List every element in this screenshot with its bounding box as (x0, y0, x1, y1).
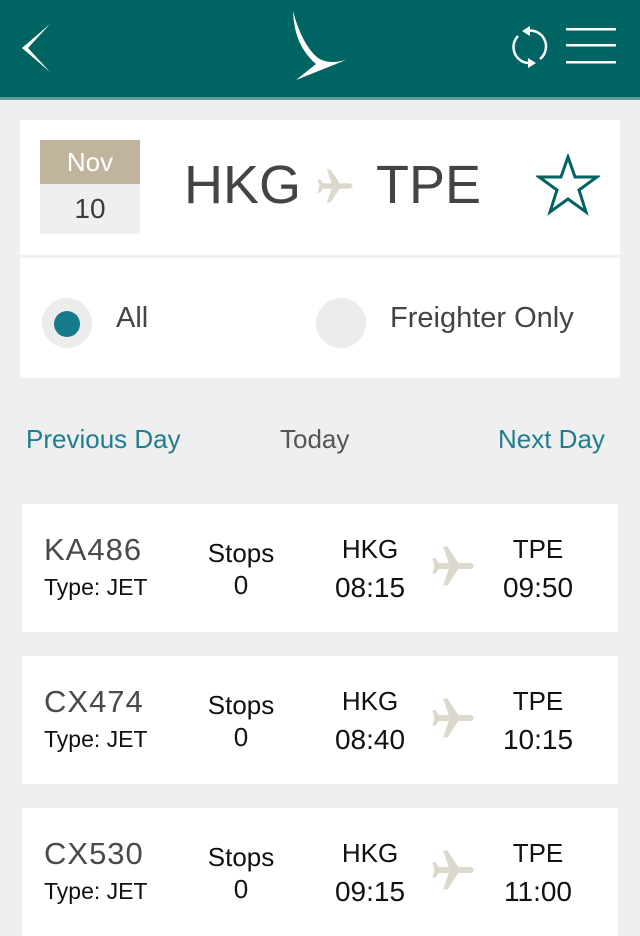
back-button[interactable] (18, 22, 58, 76)
aircraft-type: Type: JET (44, 726, 148, 752)
radio-selected-dot (54, 311, 80, 337)
hamburger-menu-icon (566, 28, 616, 64)
date-month: Nov (40, 140, 140, 184)
flight-row[interactable]: CX530 Type: JET Stops 0 HKG 09:15 TPE 11… (22, 808, 618, 936)
departure-time: 08:15 (334, 572, 406, 603)
stops-label: Stops (207, 842, 275, 872)
route-plane-icon (312, 164, 360, 208)
departure-time: 08:40 (334, 724, 406, 755)
refresh-button[interactable] (506, 24, 552, 70)
arrival-airport: TPE (512, 534, 564, 564)
route-card: Nov 10 HKG TPE (20, 120, 620, 255)
departure-airport: HKG (341, 686, 399, 716)
route-destination: TPE (376, 155, 482, 215)
aircraft-type: Type: JET (44, 574, 148, 600)
stops-label: Stops (207, 538, 275, 568)
plane-icon (428, 844, 480, 896)
star-outline-icon (534, 152, 602, 216)
radio-all-label[interactable]: All (116, 302, 148, 335)
route-origin: HKG (184, 155, 302, 215)
aircraft-type: Type: JET (44, 878, 148, 904)
plane-icon (428, 540, 480, 592)
arrival-time: 09:50 (502, 572, 574, 603)
favorite-button[interactable] (534, 152, 602, 216)
next-day-link[interactable]: Next Day (498, 424, 605, 455)
radio-all[interactable] (42, 298, 92, 348)
refresh-icon (512, 26, 548, 68)
flight-row[interactable]: CX474 Type: JET Stops 0 HKG 08:40 TPE 10… (22, 656, 618, 784)
stops-label: Stops (207, 690, 275, 720)
flight-number: CX530 (44, 836, 144, 871)
arrival-time: 10:15 (502, 724, 574, 755)
stops-count: 0 (233, 722, 249, 752)
departure-airport: HKG (341, 534, 399, 564)
departure-time: 09:15 (334, 876, 406, 907)
filter-card: All Freighter Only (20, 258, 620, 378)
radio-freighter-only[interactable] (316, 298, 366, 348)
arrival-airport: TPE (512, 686, 564, 716)
flight-number: CX474 (44, 684, 144, 719)
flight-number: KA486 (44, 532, 143, 567)
airline-logo (288, 8, 352, 84)
arrival-time: 11:00 (504, 876, 572, 907)
departure-airport: HKG (341, 838, 399, 868)
chevron-left-icon (22, 24, 50, 72)
previous-day-link[interactable]: Previous Day (26, 424, 181, 455)
date-day: 10 (40, 184, 140, 234)
date-badge: Nov 10 (40, 140, 140, 234)
stops-count: 0 (233, 570, 249, 600)
menu-button[interactable] (566, 26, 618, 66)
flight-row[interactable]: KA486 Type: JET Stops 0 HKG 08:15 TPE 09… (22, 504, 618, 632)
plane-icon (428, 692, 480, 744)
top-bar (0, 0, 640, 100)
brushwing-logo-icon (293, 11, 346, 80)
arrival-airport: TPE (512, 838, 564, 868)
radio-freighter-only-label[interactable]: Freighter Only (390, 302, 574, 335)
today-link[interactable]: Today (280, 424, 349, 455)
stops-count: 0 (233, 874, 249, 904)
